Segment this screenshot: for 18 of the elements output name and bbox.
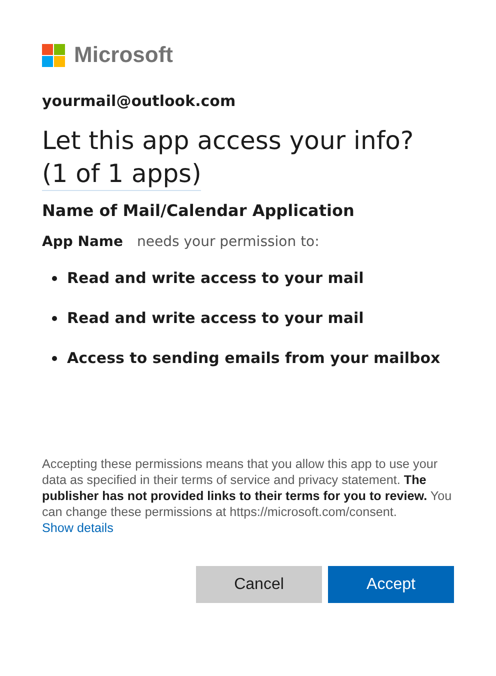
app-title: Name of Mail/Calendar Application xyxy=(42,201,356,220)
permission-text: Read and write access to your mail xyxy=(67,309,364,327)
cancel-button[interactable]: Cancel xyxy=(196,566,322,603)
accept-button[interactable]: Accept xyxy=(328,566,454,603)
permission-text: Read and write access to your mail xyxy=(67,269,364,287)
bullet-icon xyxy=(52,356,57,360)
consent-notice: Accepting these permissions means that you allow this app to use your data as specified in their terms of service and privacy statement. The publisher has not provided links to their terms for you to review. You can change these permissions at https://microsoft.com/consent. Show details xyxy=(42,456,453,536)
show-details-link[interactable]: Show details xyxy=(42,521,114,535)
bullet-icon xyxy=(52,276,57,280)
app-name: App Name xyxy=(42,234,123,250)
account-email: yourmail@outlook.com xyxy=(42,92,237,110)
request-text: needs your permission to: xyxy=(137,234,320,250)
dialog-title: Let this app access your info? xyxy=(42,125,415,157)
app-count: (1 of 1 apps) xyxy=(42,157,202,191)
brand-name: Microsoft xyxy=(74,42,173,68)
permission-text: Access to sending emails from your mailbox xyxy=(67,349,440,367)
logo-icon xyxy=(42,44,65,66)
bullet-icon xyxy=(52,316,57,320)
